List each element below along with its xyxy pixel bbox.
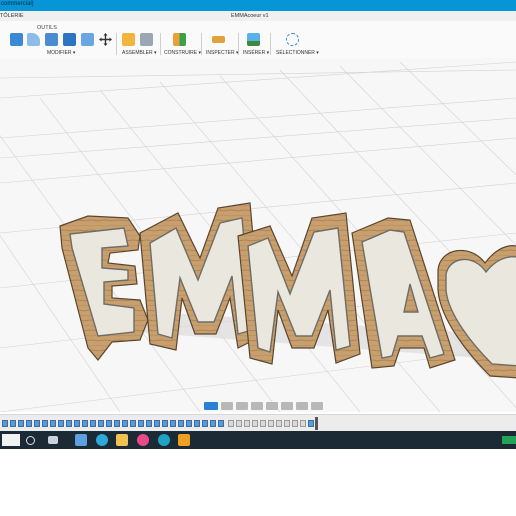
group-divider — [160, 33, 161, 55]
timeline-feature[interactable] — [210, 420, 216, 427]
notification-tray[interactable] — [502, 436, 516, 444]
tab-outils[interactable]: OUTILS — [37, 25, 57, 31]
window-title: commercial) — [1, 1, 34, 7]
group-construire-label[interactable]: CONSTRUIRE ▾ — [164, 50, 201, 56]
timeline-feature[interactable] — [26, 420, 32, 427]
new-component-icon[interactable] — [122, 33, 135, 46]
timeline-sketch[interactable] — [236, 420, 242, 427]
timeline-feature[interactable] — [10, 420, 16, 427]
timeline-sketch[interactable] — [252, 420, 258, 427]
app-icon[interactable] — [137, 434, 149, 446]
model-canvas — [0, 61, 516, 412]
group-divider — [270, 33, 271, 55]
group-inspecter-label[interactable]: INSPECTER ▾ — [206, 50, 239, 56]
edge-icon[interactable] — [96, 434, 108, 446]
timeline-feature[interactable] — [18, 420, 24, 427]
tab-tolerie[interactable]: TÔLERIE — [0, 13, 24, 19]
joint-icon[interactable] — [140, 33, 153, 46]
press-pull-icon[interactable] — [10, 33, 23, 46]
navigation-bar — [204, 400, 323, 411]
task-view-icon[interactable] — [48, 436, 58, 444]
fillet-icon[interactable] — [27, 33, 40, 46]
viewports-icon[interactable] — [311, 401, 323, 410]
title-bar: commercial) — [0, 0, 516, 11]
timeline-feature[interactable] — [98, 420, 104, 427]
split-body-icon[interactable] — [81, 33, 94, 46]
mail-icon[interactable] — [75, 434, 87, 446]
timeline-sketch[interactable] — [276, 420, 282, 427]
group-divider — [116, 33, 117, 55]
offset-plane-icon[interactable] — [173, 33, 186, 46]
timeline-feature[interactable] — [106, 420, 112, 427]
timeline-sketch[interactable] — [284, 420, 290, 427]
timeline-feature[interactable] — [138, 420, 144, 427]
timeline-feature[interactable] — [178, 420, 184, 427]
group-divider — [201, 33, 202, 55]
timeline-sketch[interactable] — [244, 420, 250, 427]
timeline-feature[interactable] — [50, 420, 56, 427]
timeline-feature[interactable] — [66, 420, 72, 427]
visual-style-icon[interactable] — [281, 401, 293, 410]
start-button[interactable] — [2, 434, 20, 446]
timeline-feature[interactable] — [170, 420, 176, 427]
letter-m-second — [237, 212, 361, 365]
timeline-feature[interactable] — [90, 420, 96, 427]
timeline-feature[interactable] — [74, 420, 80, 427]
timeline-feature[interactable] — [186, 420, 192, 427]
design-timeline — [0, 414, 516, 432]
timeline-sketch[interactable] — [260, 420, 266, 427]
timeline-feature[interactable] — [194, 420, 200, 427]
move-icon[interactable] — [99, 33, 112, 46]
timeline-sketch[interactable] — [268, 420, 274, 427]
document-tab-strip: TÔLERIE EMMAcoeur v1 — [0, 11, 516, 30]
group-divider — [238, 33, 239, 55]
measure-icon[interactable] — [212, 36, 225, 43]
timeline-feature[interactable] — [82, 420, 88, 427]
group-modifier-label[interactable]: MODIFIER ▾ — [47, 50, 75, 56]
fusion-icon[interactable] — [178, 434, 190, 446]
windows-taskbar — [0, 431, 516, 449]
timeline-feature[interactable] — [162, 420, 168, 427]
window-select-icon[interactable] — [286, 33, 299, 46]
document-tab-title[interactable]: EMMAcoeur v1 — [231, 13, 269, 19]
insert-canvas-icon[interactable] — [247, 33, 260, 46]
file-explorer-icon[interactable] — [116, 434, 128, 446]
timeline-feature[interactable] — [218, 420, 224, 427]
timeline-sketch[interactable] — [292, 420, 298, 427]
timeline-feature[interactable] — [42, 420, 48, 427]
timeline-sketch[interactable] — [300, 420, 306, 427]
grid-settings-icon[interactable] — [296, 401, 308, 410]
toolbar-ribbon: OUTILS MODIFIER ▾ ASSEMBLER ▾ CONSTRUIRE… — [0, 21, 516, 59]
timeline-marker[interactable] — [315, 417, 318, 430]
pan-hand-icon[interactable] — [236, 401, 248, 410]
display-settings-button[interactable] — [204, 401, 218, 410]
app-icon[interactable] — [158, 434, 170, 446]
timeline-feature[interactable] — [308, 420, 314, 427]
zoom-icon[interactable] — [251, 401, 263, 410]
fusion-app-window: commercial) TÔLERIE EMMAcoeur v1 OUTILS … — [0, 0, 516, 449]
group-assembler-label[interactable]: ASSEMBLER ▾ — [122, 50, 156, 56]
timeline-feature[interactable] — [202, 420, 208, 427]
3d-viewport[interactable] — [0, 58, 516, 412]
timeline-feature[interactable] — [2, 420, 8, 427]
timeline-feature[interactable] — [146, 420, 152, 427]
shell-icon[interactable] — [45, 33, 58, 46]
timeline-feature[interactable] — [34, 420, 40, 427]
timeline-feature[interactable] — [154, 420, 160, 427]
timeline-feature[interactable] — [58, 420, 64, 427]
timeline-feature[interactable] — [122, 420, 128, 427]
letter-e — [59, 215, 149, 361]
timeline-sketch[interactable] — [228, 420, 234, 427]
search-icon[interactable] — [26, 436, 35, 445]
timeline-feature[interactable] — [130, 420, 136, 427]
group-inserer-label[interactable]: INSÉRER ▾ — [243, 50, 269, 56]
combine-icon[interactable] — [63, 33, 76, 46]
orbit-icon[interactable] — [221, 401, 233, 410]
group-selectionner-label[interactable]: SÉLECTIONNER ▾ — [276, 50, 319, 56]
fit-icon[interactable] — [266, 401, 278, 410]
timeline-feature[interactable] — [114, 420, 120, 427]
